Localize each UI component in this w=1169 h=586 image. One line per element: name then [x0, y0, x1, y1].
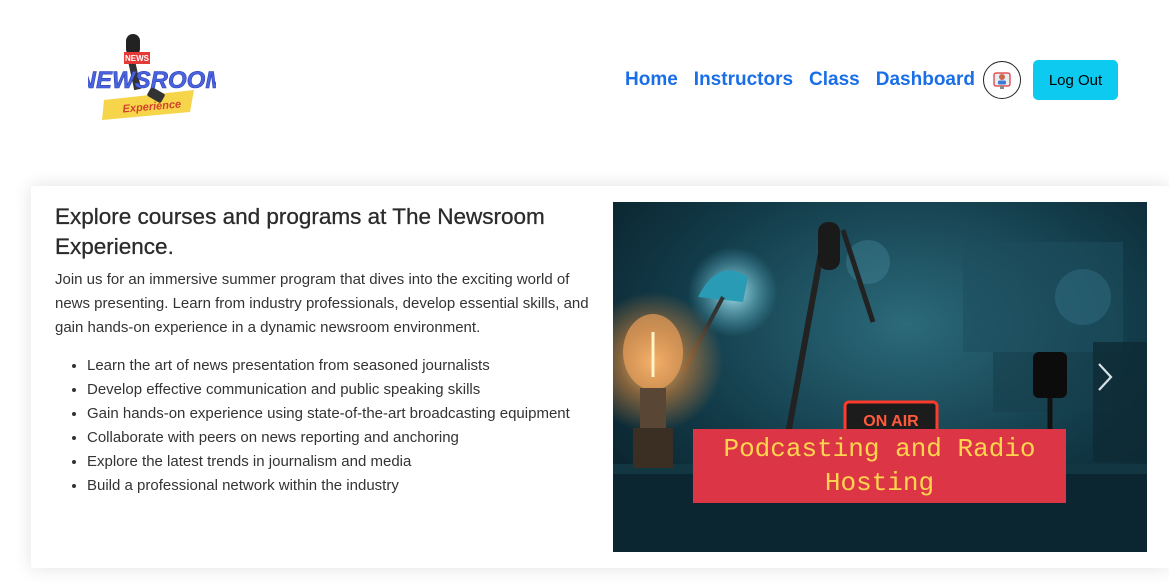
- list-item: Collaborate with peers on news reporting…: [87, 426, 595, 450]
- carousel-next-button[interactable]: [1093, 360, 1117, 394]
- program-description: Join us for an immersive summer program …: [55, 271, 589, 336]
- chevron-right-icon: [1098, 363, 1113, 391]
- user-avatar[interactable]: [983, 61, 1021, 99]
- program-carousel[interactable]: ON AIR Podcasting and Radio Hosting: [613, 202, 1147, 552]
- nav-class-link[interactable]: Class: [809, 67, 860, 93]
- list-item: Learn the art of news presentation from …: [87, 354, 595, 378]
- benefits-list: Learn the art of news presentation from …: [55, 354, 595, 498]
- list-item: Build a professional network within the …: [87, 474, 595, 498]
- carousel-caption: Podcasting and Radio Hosting: [693, 429, 1066, 503]
- newsroom-logo[interactable]: NEWS NEWSROOM Experience: [78, 30, 227, 126]
- nav-instructors-link[interactable]: Instructors: [694, 67, 793, 93]
- program-info: Explore courses and programs at The News…: [55, 202, 595, 498]
- page-title: Explore courses and programs at The News…: [55, 204, 545, 259]
- list-item: Develop effective communication and publ…: [87, 378, 595, 402]
- list-item: Gain hands-on experience using state-of-…: [87, 402, 595, 426]
- svg-text:ON AIR: ON AIR: [863, 413, 919, 430]
- user-avatar-icon: [993, 72, 1011, 89]
- nav-dashboard-link[interactable]: Dashboard: [876, 67, 975, 93]
- logo-graphic: NEWS NEWSROOM Experience: [78, 34, 227, 120]
- main-nav: Home Instructors Class Dashboard Log Out: [625, 60, 1118, 100]
- page: NEWS NEWSROOM Experience Home Instructor…: [0, 0, 1169, 586]
- list-item: Explore the latest trends in journalism …: [87, 450, 595, 474]
- svg-text:NEWSROOM: NEWSROOM: [88, 67, 216, 94]
- logout-button[interactable]: Log Out: [1033, 60, 1118, 100]
- svg-text:NEWS: NEWS: [125, 54, 150, 63]
- program-card: Explore courses and programs at The News…: [31, 186, 1169, 568]
- nav-home-link[interactable]: Home: [625, 67, 678, 93]
